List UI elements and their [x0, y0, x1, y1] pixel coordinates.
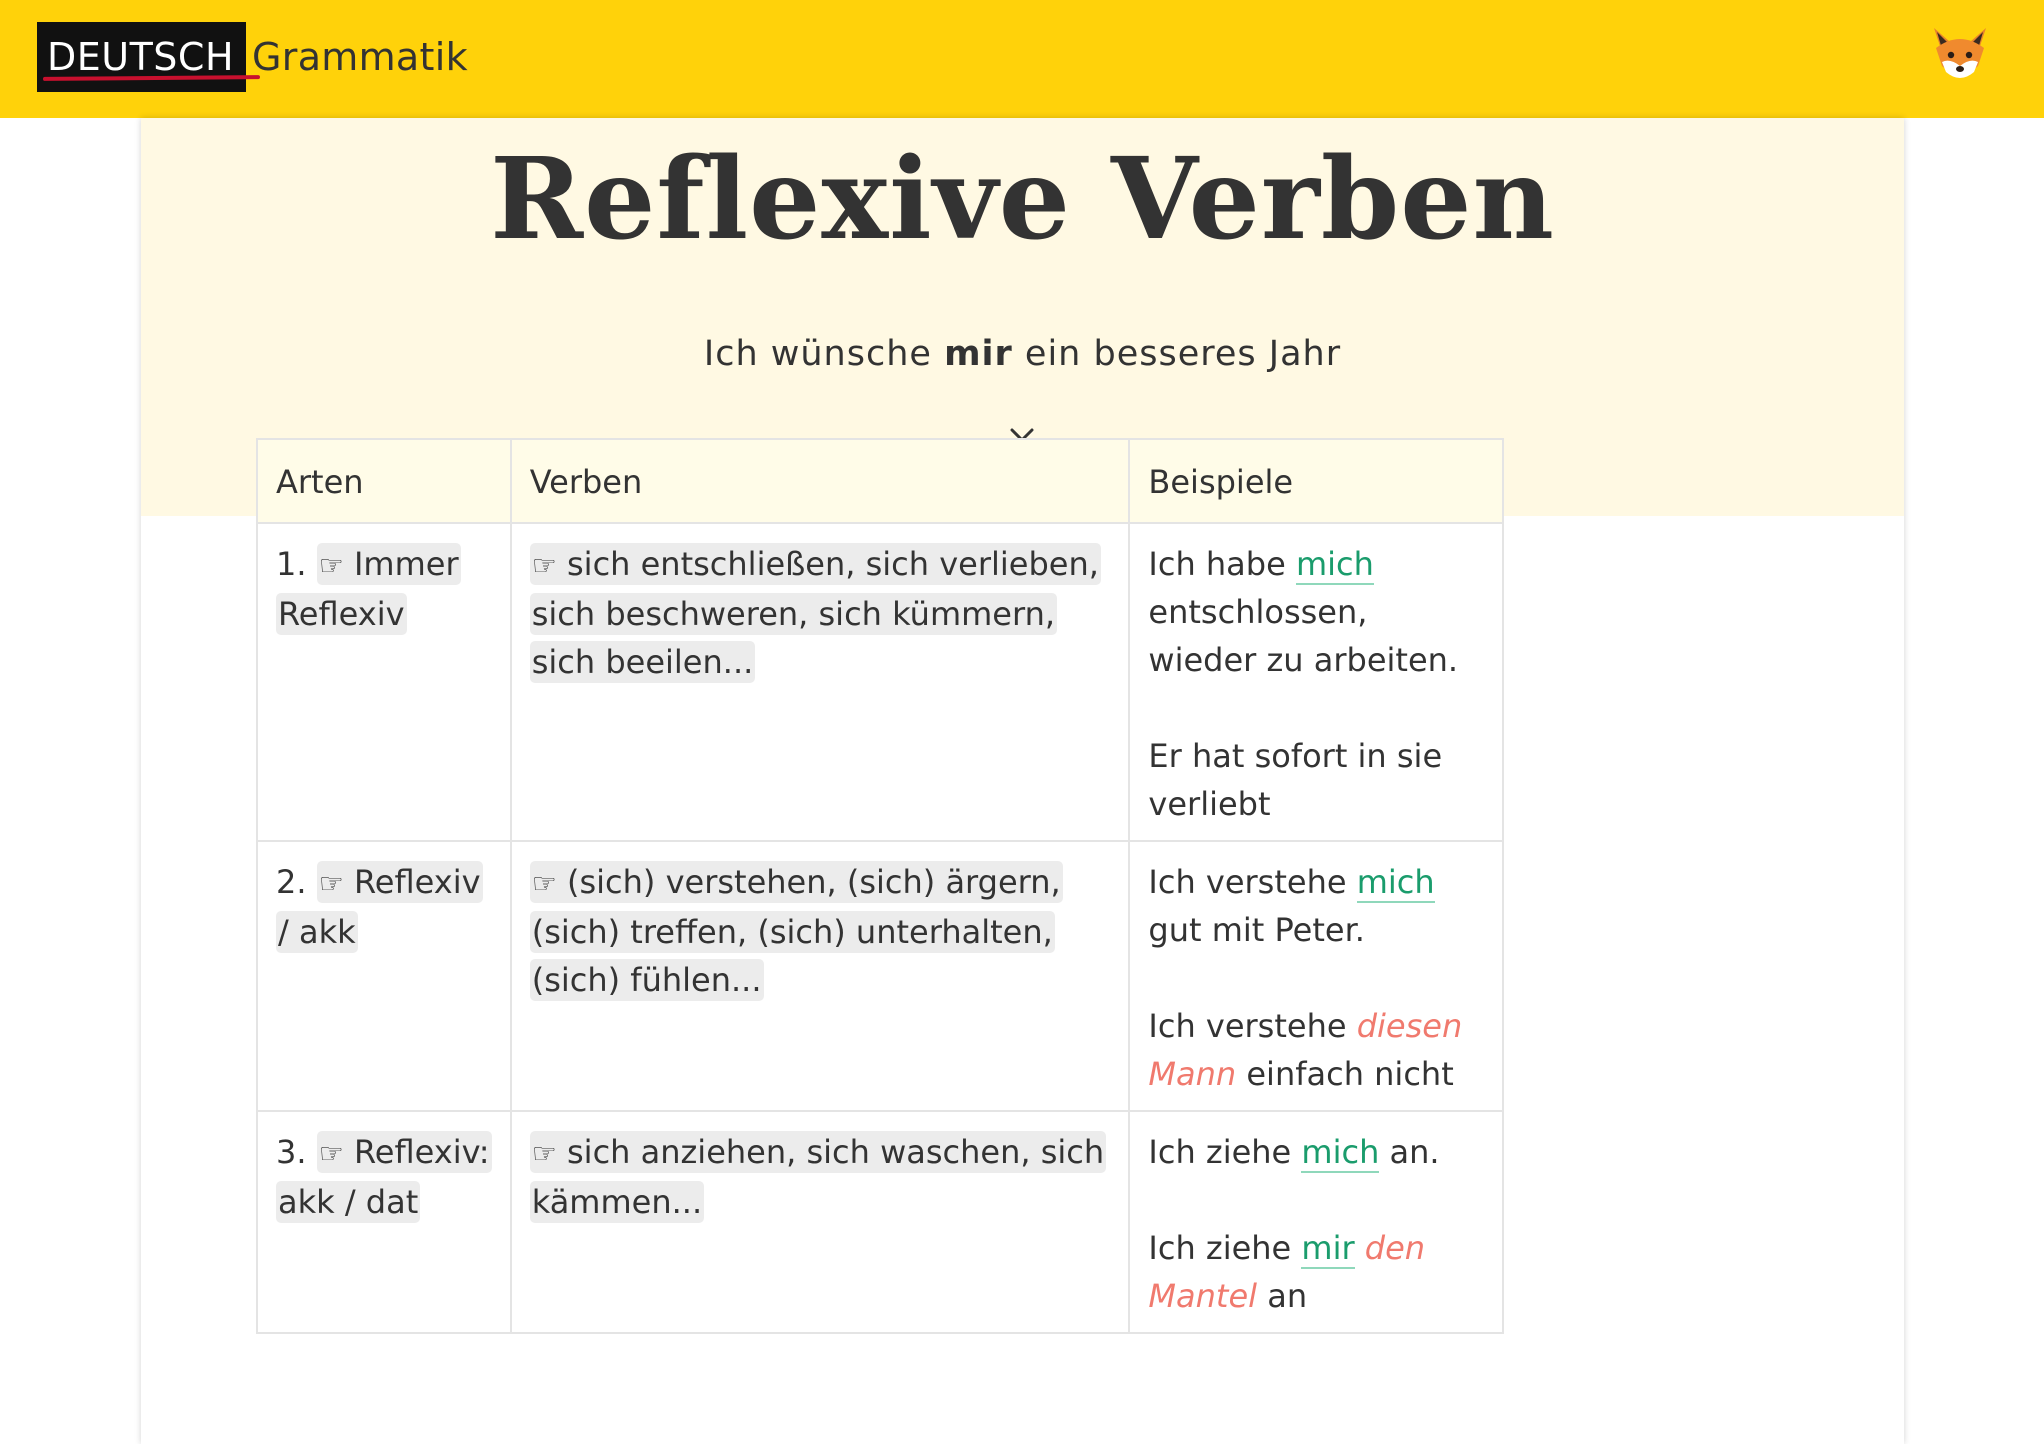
verbs-cell: ☞ sich anziehen, sich waschen, sich kämm… — [509, 1110, 1131, 1334]
reflexive-pronoun: mich — [1301, 1133, 1380, 1173]
type-text: Reflexiv / akk — [278, 863, 481, 951]
pointing-hand-icon: ☞ — [318, 549, 344, 582]
verbs-table: Arten Verben Beispiele 1. ☞ Immer Reflex… — [256, 438, 1504, 1334]
header-verben: Verben — [509, 438, 1131, 524]
example-text: einfach nicht — [1236, 1055, 1454, 1093]
table-row: 2. ☞ Reflexiv / akk ☞ (sich) verstehen, … — [256, 840, 1504, 1112]
subtitle-bold-word: mir — [944, 334, 1013, 374]
row-number: 3. — [276, 1133, 307, 1171]
type-cell: 2. ☞ Reflexiv / akk — [256, 840, 512, 1112]
pointing-hand-icon: ☞ — [531, 1137, 557, 1170]
type-label[interactable]: ☞ Reflexiv: akk / dat — [276, 1131, 492, 1223]
subtitle-text-end: ein besseres Jahr — [1012, 334, 1342, 374]
verbs-text: sich entschließen, sich verlieben, sich … — [531, 545, 1099, 681]
example-text: Ich ziehe — [1148, 1229, 1302, 1267]
type-label[interactable]: ☞ Reflexiv / akk — [276, 861, 483, 953]
type-cell: 3. ☞ Reflexiv: akk / dat — [256, 1110, 512, 1334]
header-arten: Arten — [256, 438, 512, 524]
example-text: entschlossen, wieder zu arbeiten. — [1148, 593, 1459, 679]
pointing-hand-icon: ☞ — [531, 549, 557, 582]
page-subtitle: Ich wünsche mir ein besseres Jahr — [141, 334, 1904, 374]
site-logo[interactable]: DEUTSCH Grammatik — [37, 22, 468, 92]
verbs-label[interactable]: ☞ sich entschließen, sich verlieben, sic… — [529, 543, 1101, 683]
example-gap — [1148, 1176, 1484, 1224]
example-text: Er hat sofort in sie verliebt — [1148, 737, 1443, 823]
pointing-hand-icon: ☞ — [318, 1137, 344, 1170]
logo-text: Grammatik — [252, 35, 468, 79]
pointing-hand-icon: ☞ — [318, 867, 344, 900]
example-gap — [1148, 954, 1484, 1002]
row-number: 1. — [276, 545, 307, 583]
examples-cell: Ich verstehe mich gut mit Peter. Ich ver… — [1128, 840, 1504, 1112]
example-text — [1355, 1229, 1365, 1267]
example-text: an. — [1379, 1133, 1440, 1171]
examples-cell: Ich habe mich entschlossen, wieder zu ar… — [1128, 522, 1504, 842]
verbs-text: (sich) verstehen, (sich) ärgern, (sich) … — [531, 863, 1061, 999]
example-text: gut mit Peter. — [1148, 911, 1365, 949]
fox-icon[interactable] — [1928, 22, 1992, 86]
subtitle-text-start: Ich wünsche — [703, 334, 945, 374]
reflexive-pronoun: mich — [1295, 545, 1374, 585]
example-text: an — [1257, 1277, 1308, 1315]
header-beispiele: Beispiele — [1128, 438, 1504, 524]
example-text: Ich ziehe — [1148, 1133, 1302, 1171]
table-row: 1. ☞ Immer Reflexiv ☞ sich entschließen,… — [256, 522, 1504, 842]
type-cell: 1. ☞ Immer Reflexiv — [256, 522, 512, 842]
table-header-row: Arten Verben Beispiele — [256, 438, 1504, 524]
logo-underline — [42, 75, 261, 81]
pointing-hand-icon: ☞ — [531, 867, 557, 900]
reflexive-pronoun: mir — [1301, 1229, 1355, 1269]
examples-cell: Ich ziehe mich an. Ich ziehe mir den Man… — [1128, 1110, 1504, 1334]
page-title: Reflexive Verben — [490, 134, 1555, 265]
verbs-text: sich anziehen, sich waschen, sich kämmen… — [531, 1133, 1105, 1221]
example-text: Ich verstehe — [1148, 863, 1357, 901]
type-text: Reflexiv: akk / dat — [278, 1133, 490, 1221]
verbs-cell: ☞ (sich) verstehen, (sich) ärgern, (sich… — [509, 840, 1131, 1112]
example-text: Ich verstehe — [1148, 1007, 1357, 1045]
top-bar: DEUTSCH Grammatik — [0, 0, 2044, 118]
example-text: Ich habe — [1148, 545, 1296, 583]
table-row: 3. ☞ Reflexiv: akk / dat ☞ sich anziehen… — [256, 1110, 1504, 1334]
verbs-cell: ☞ sich entschließen, sich verlieben, sic… — [509, 522, 1131, 842]
logo-badge-text: DEUTSCH — [47, 35, 235, 79]
logo-badge: DEUTSCH — [37, 22, 261, 92]
verbs-label[interactable]: ☞ sich anziehen, sich waschen, sich kämm… — [529, 1131, 1107, 1223]
verbs-label[interactable]: ☞ (sich) verstehen, (sich) ärgern, (sich… — [529, 861, 1063, 1001]
reflexive-pronoun: mich — [1356, 863, 1435, 903]
row-number: 2. — [276, 863, 307, 901]
example-gap — [1148, 684, 1484, 732]
